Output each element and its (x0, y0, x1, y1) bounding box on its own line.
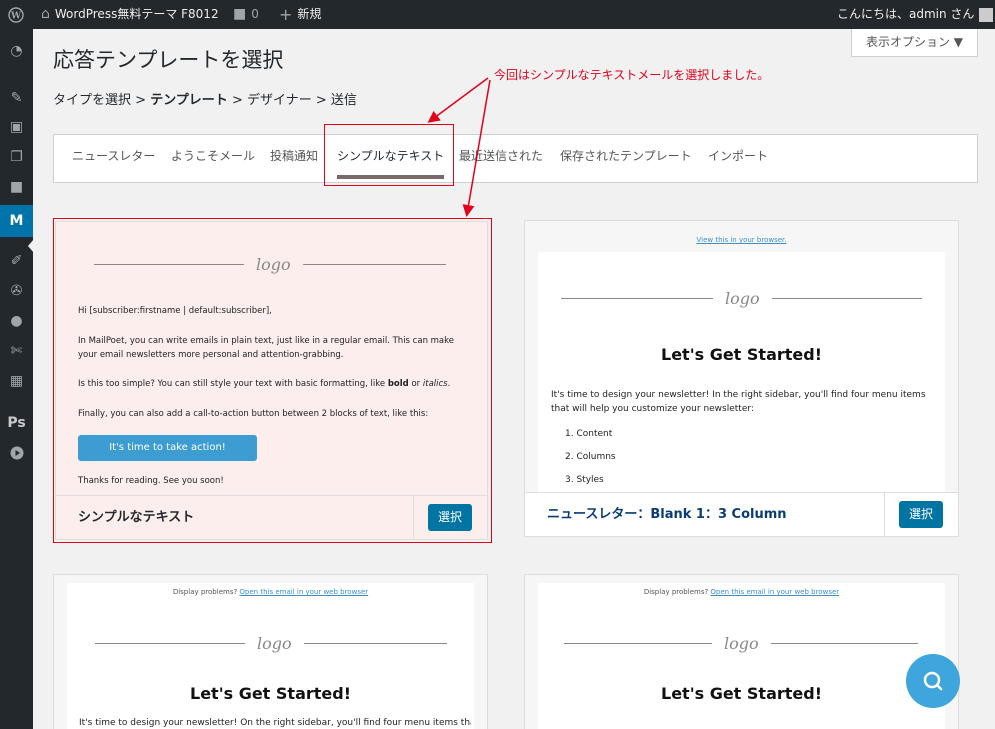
search-icon (923, 671, 943, 691)
help-button[interactable] (906, 654, 960, 708)
annotation-arrows (427, 77, 491, 217)
